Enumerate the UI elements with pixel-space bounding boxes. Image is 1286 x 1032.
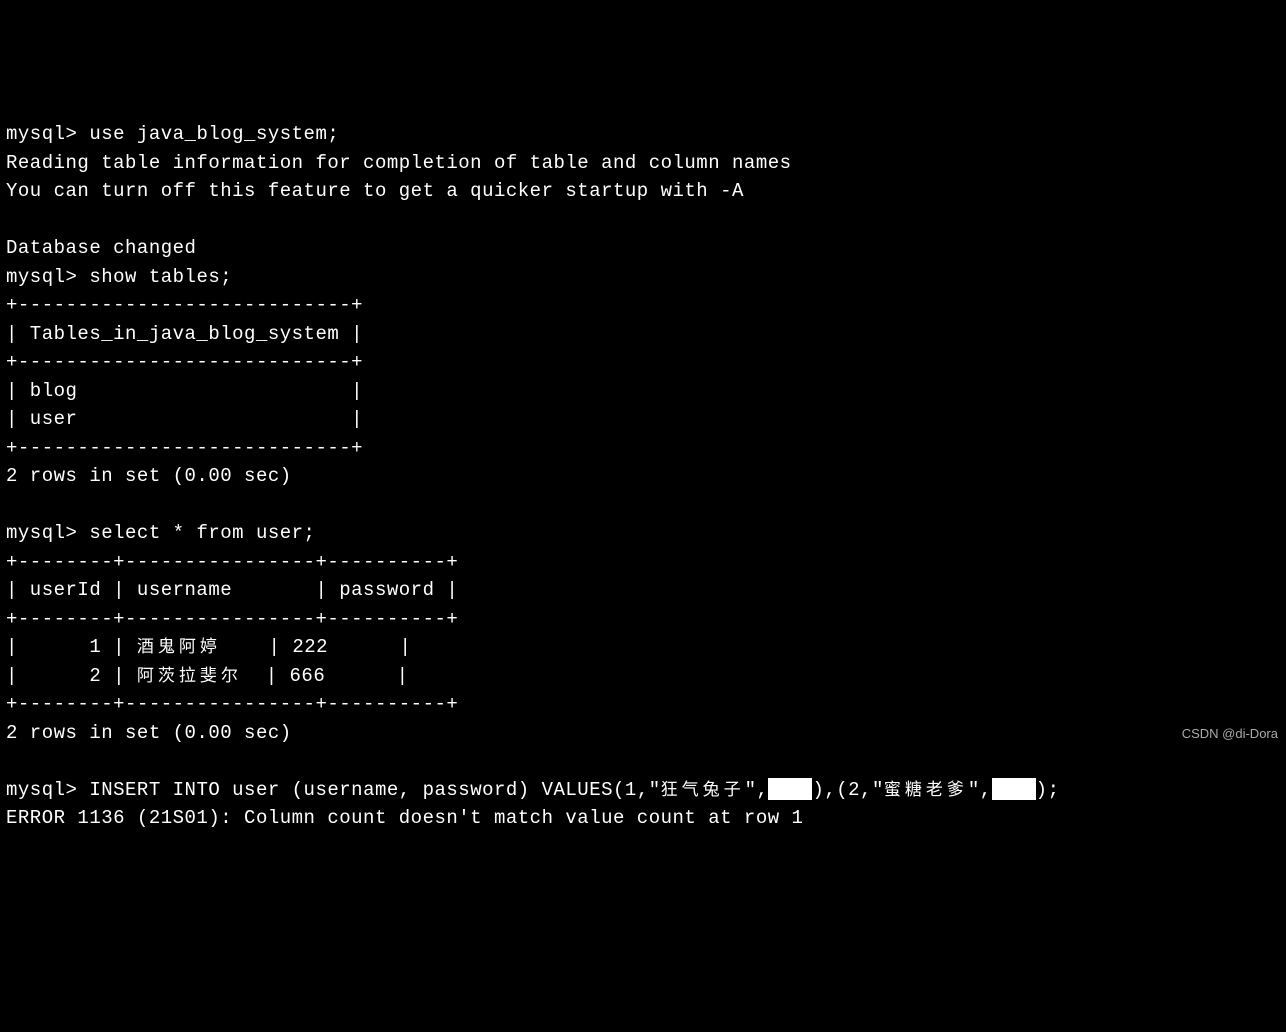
rows-count: 2 rows in set (0.00 sec) (6, 722, 292, 744)
username-cjk: 酒鬼阿婷 (137, 639, 221, 658)
table-border: +----------------------------+ (6, 294, 363, 316)
redacted-value (768, 778, 812, 800)
table-row: | 1 | (6, 636, 137, 658)
prompt: mysql> (6, 779, 89, 801)
prompt: mysql> (6, 266, 89, 288)
table-header: | userId | username | password | (6, 579, 458, 601)
table-row: | user | (6, 408, 363, 430)
table-row: | 2 | (6, 665, 137, 687)
output-db-changed: Database changed (6, 237, 196, 259)
username-cjk: 阿茨拉斐尔 (137, 668, 242, 687)
error-message: ERROR 1136 (21S01): Column count doesn't… (6, 807, 803, 829)
command-use: use java_blog_system; (89, 123, 339, 145)
prompt: mysql> (6, 123, 89, 145)
command-select: select * from user; (89, 522, 315, 544)
insert-name-cjk: 狂气兔子 (661, 782, 745, 801)
prompt: mysql> (6, 522, 89, 544)
command-insert-part: ", (968, 779, 992, 801)
command-insert-part: ),(2," (812, 779, 883, 801)
table-border: +--------+----------------+----------+ (6, 551, 458, 573)
table-border: +----------------------------+ (6, 437, 363, 459)
insert-name-cjk: 蜜糖老爹 (884, 782, 968, 801)
command-insert-part: ); (1036, 779, 1060, 801)
table-border: +----------------------------+ (6, 351, 363, 373)
watermark: CSDN @di-Dora (1182, 724, 1278, 744)
table-row: | blog | (6, 380, 363, 402)
command-show-tables: show tables; (89, 266, 232, 288)
command-insert-part: ", (745, 779, 769, 801)
terminal-window[interactable]: mysql> use java_blog_system; Reading tab… (6, 120, 1280, 833)
table-border: +--------+----------------+----------+ (6, 608, 458, 630)
output-reading-msg: Reading table information for completion… (6, 152, 792, 174)
table-row-end: | 222 | (221, 636, 411, 658)
table-header: | Tables_in_java_blog_system | (6, 323, 363, 345)
table-border: +--------+----------------+----------+ (6, 693, 458, 715)
command-insert: INSERT INTO user (username, password) VA… (89, 779, 660, 801)
table-row-end: | 666 | (242, 665, 409, 687)
rows-count: 2 rows in set (0.00 sec) (6, 465, 292, 487)
redacted-value (992, 778, 1036, 800)
output-feature-msg: You can turn off this feature to get a q… (6, 180, 744, 202)
